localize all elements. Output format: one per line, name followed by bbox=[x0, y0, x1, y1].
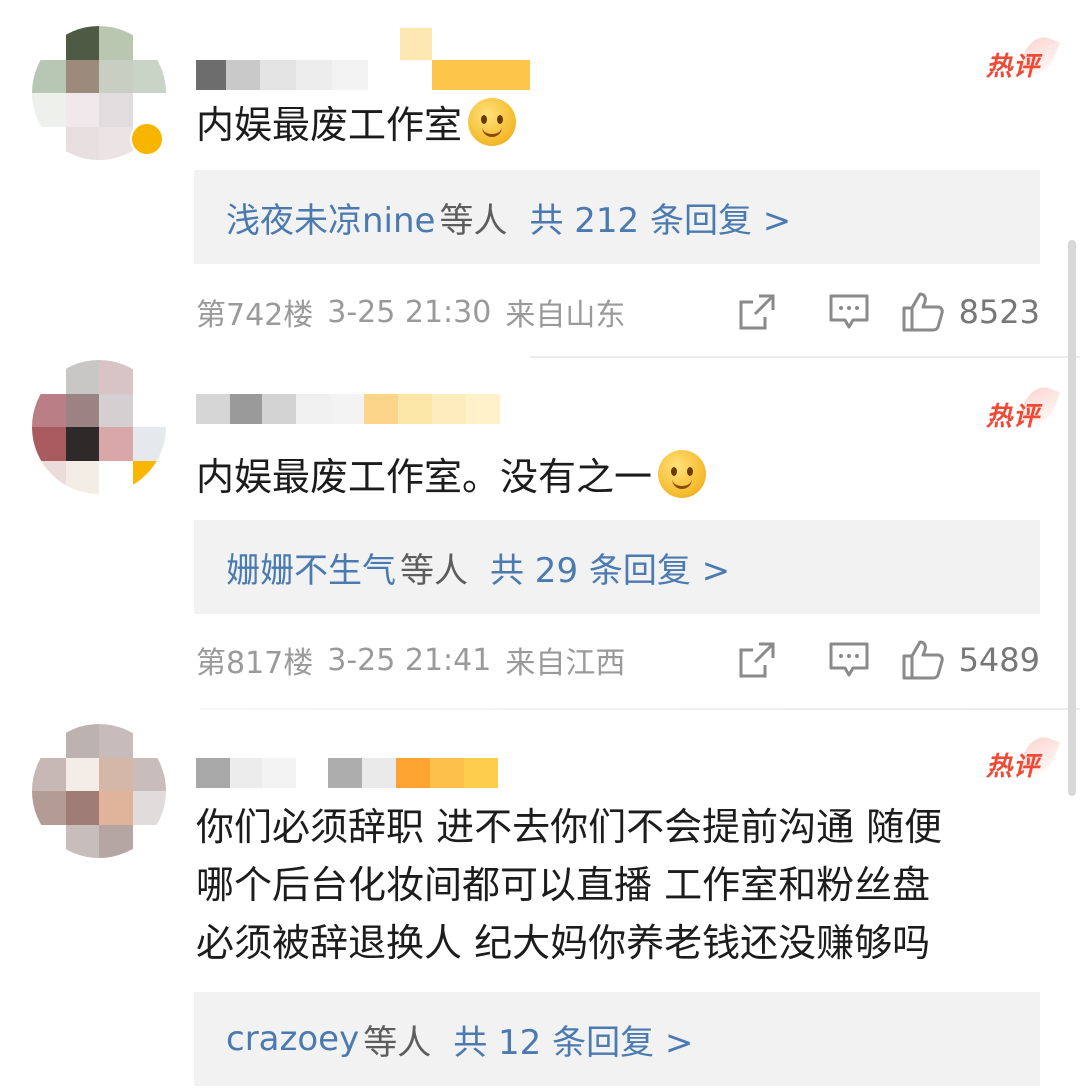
smile-emoji-icon bbox=[658, 450, 707, 498]
comment-text: 内娱最废工作室。没有之一 bbox=[196, 448, 1024, 506]
reply-etc: 等人 bbox=[363, 1022, 432, 1063]
share-icon bbox=[739, 294, 775, 330]
hot-comment-badge: 热评 bbox=[986, 746, 1040, 783]
comment-meta: 第817楼 3-25 21:41 来自江西 5489 bbox=[196, 636, 1040, 684]
reply-count-link[interactable]: 共 212 条回复 > bbox=[529, 193, 791, 242]
floor-number: 第742楼 bbox=[196, 298, 314, 333]
comment-icon bbox=[829, 294, 869, 329]
avatar[interactable] bbox=[32, 360, 166, 494]
location: 来自山东 bbox=[505, 298, 626, 333]
location: 来自江西 bbox=[505, 646, 626, 681]
like-count: 5489 bbox=[958, 641, 1040, 679]
hot-comment-badge: 热评 bbox=[986, 396, 1040, 433]
reply-count-link[interactable]: 共 29 条回复 > bbox=[490, 543, 730, 592]
reply-author[interactable]: crazoey bbox=[226, 1019, 359, 1059]
floor-number: 第817楼 bbox=[196, 646, 314, 681]
username-blurred[interactable] bbox=[196, 758, 498, 788]
comment-text: 内娱最废工作室 bbox=[196, 96, 1024, 154]
timestamp: 3-25 21:30 bbox=[327, 294, 492, 330]
thumbs-up-icon bbox=[902, 292, 944, 332]
avatar[interactable] bbox=[32, 724, 166, 858]
like-button[interactable]: 5489 bbox=[901, 639, 1040, 681]
thumbs-up-icon bbox=[902, 640, 944, 680]
comment-text-content: 内娱最废工作室。没有之一 bbox=[196, 455, 653, 499]
hot-comment-badge: 热评 bbox=[986, 46, 1040, 83]
username-blurred-accent bbox=[400, 28, 432, 60]
timestamp: 3-25 21:41 bbox=[327, 642, 492, 678]
reply-author[interactable]: 浅夜未凉nine bbox=[226, 193, 435, 242]
smirk-emoji-icon bbox=[468, 98, 517, 146]
reply-summary[interactable]: 姗姗不生气 等人 共 29 条回复 > bbox=[194, 520, 1040, 614]
comment-button[interactable] bbox=[803, 641, 895, 679]
scrollbar[interactable] bbox=[1068, 240, 1076, 796]
like-count: 8523 bbox=[958, 293, 1040, 331]
comment-actions: 5489 bbox=[711, 639, 1040, 681]
comment-button[interactable] bbox=[803, 293, 895, 331]
reply-etc: 等人 bbox=[439, 200, 508, 241]
comment-meta: 第742楼 3-25 21:30 来自山东 8523 bbox=[196, 288, 1040, 336]
share-button[interactable] bbox=[711, 641, 803, 679]
reply-author[interactable]: 姗姗不生气 bbox=[226, 543, 396, 592]
reply-summary[interactable]: crazoey 等人 共 12 条回复 > bbox=[194, 992, 1040, 1086]
username-blurred[interactable] bbox=[196, 60, 530, 90]
like-button[interactable]: 8523 bbox=[901, 291, 1040, 333]
comment-divider bbox=[200, 708, 1080, 710]
comment-actions: 8523 bbox=[711, 291, 1040, 333]
share-icon bbox=[739, 642, 775, 678]
verified-badge-icon bbox=[130, 122, 164, 156]
username-blurred[interactable] bbox=[196, 394, 500, 424]
share-button[interactable] bbox=[711, 293, 803, 331]
comment-icon bbox=[829, 642, 869, 677]
comment-text-content: 内娱最废工作室 bbox=[196, 103, 463, 147]
reply-count-link[interactable]: 共 12 条回复 > bbox=[453, 1015, 693, 1064]
comment-text: 你们必须辞职 进不去你们不会提前沟通 随便 哪个后台化妆间都可以直播 工作室和粉… bbox=[196, 805, 943, 965]
reply-etc: 等人 bbox=[400, 550, 468, 591]
reply-summary[interactable]: 浅夜未凉nine 等人 共 212 条回复 > bbox=[194, 170, 1040, 264]
comment-divider bbox=[530, 356, 1080, 358]
